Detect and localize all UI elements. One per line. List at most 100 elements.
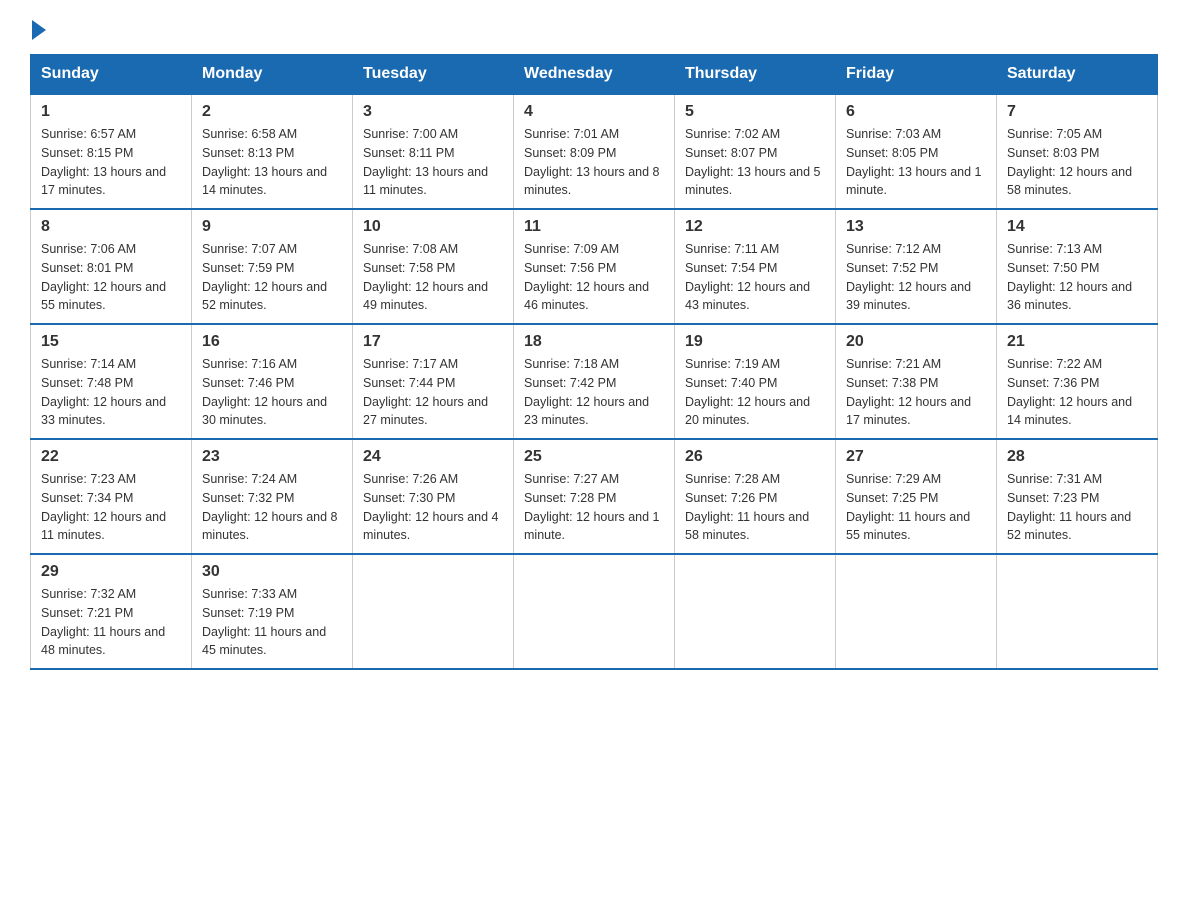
day-header-wednesday: Wednesday: [514, 55, 675, 95]
day-number: 26: [685, 448, 825, 466]
day-number: 5: [685, 103, 825, 121]
calendar-cell-6: 6 Sunrise: 7:03 AMSunset: 8:05 PMDaylight…: [836, 94, 997, 209]
day-info: Sunrise: 7:00 AMSunset: 8:11 PMDaylight:…: [363, 125, 503, 200]
calendar-cell-7: 7Sunrise: 7:05 AMSunset: 8:03 PMDaylight…: [997, 94, 1158, 209]
day-number: 1: [41, 103, 181, 121]
calendar-cell-21: 21 Sunrise: 7:22 AMSunset: 7:36 PMDayligh…: [997, 324, 1158, 439]
day-number: 20: [846, 333, 986, 351]
calendar-cell-empty: [675, 554, 836, 669]
day-info: Sunrise: 7:32 AMSunset: 7:21 PMDaylight:…: [41, 585, 181, 660]
day-number: 8: [41, 218, 181, 236]
calendar-cell-25: 25 Sunrise: 7:27 AMSunset: 7:28 PMDayligh…: [514, 439, 675, 554]
week-row-5: 29 Sunrise: 7:32 AMSunset: 7:21 PMDayligh…: [31, 554, 1158, 669]
day-header-monday: Monday: [192, 55, 353, 95]
week-row-3: 15 Sunrise: 7:14 AMSunset: 7:48 PMDayligh…: [31, 324, 1158, 439]
calendar-cell-empty: [353, 554, 514, 669]
calendar-cell-3: 3 Sunrise: 7:00 AMSunset: 8:11 PMDaylight…: [353, 94, 514, 209]
day-info: Sunrise: 7:12 AMSunset: 7:52 PMDaylight:…: [846, 240, 986, 315]
day-info: Sunrise: 7:21 AMSunset: 7:38 PMDaylight:…: [846, 355, 986, 430]
day-number: 7: [1007, 103, 1147, 121]
day-info: Sunrise: 7:26 AMSunset: 7:30 PMDaylight:…: [363, 470, 503, 545]
day-number: 22: [41, 448, 181, 466]
calendar-cell-8: 8 Sunrise: 7:06 AMSunset: 8:01 PMDaylight…: [31, 209, 192, 324]
day-info: Sunrise: 7:22 AMSunset: 7:36 PMDaylight:…: [1007, 355, 1147, 430]
calendar-cell-empty: [997, 554, 1158, 669]
calendar-cell-19: 19 Sunrise: 7:19 AMSunset: 7:40 PMDayligh…: [675, 324, 836, 439]
calendar-cell-empty: [514, 554, 675, 669]
day-number: 25: [524, 448, 664, 466]
calendar-table: SundayMondayTuesdayWednesdayThursdayFrid…: [30, 54, 1158, 670]
day-info: Sunrise: 7:28 AMSunset: 7:26 PMDaylight:…: [685, 470, 825, 545]
day-info: Sunrise: 7:08 AMSunset: 7:58 PMDaylight:…: [363, 240, 503, 315]
day-number: 19: [685, 333, 825, 351]
day-number: 11: [524, 218, 664, 236]
calendar-cell-1: 1 Sunrise: 6:57 AMSunset: 8:15 PMDaylight…: [31, 94, 192, 209]
day-info: Sunrise: 7:06 AMSunset: 8:01 PMDaylight:…: [41, 240, 181, 315]
day-number: 23: [202, 448, 342, 466]
calendar-cell-2: 2Sunrise: 6:58 AMSunset: 8:13 PMDaylight…: [192, 94, 353, 209]
calendar-cell-17: 17Sunrise: 7:17 AMSunset: 7:44 PMDayligh…: [353, 324, 514, 439]
day-info: Sunrise: 7:13 AMSunset: 7:50 PMDaylight:…: [1007, 240, 1147, 315]
day-number: 24: [363, 448, 503, 466]
calendar-cell-18: 18 Sunrise: 7:18 AMSunset: 7:42 PMDayligh…: [514, 324, 675, 439]
day-header-thursday: Thursday: [675, 55, 836, 95]
calendar-cell-22: 22Sunrise: 7:23 AMSunset: 7:34 PMDayligh…: [31, 439, 192, 554]
day-info: Sunrise: 7:09 AMSunset: 7:56 PMDaylight:…: [524, 240, 664, 315]
calendar-cell-11: 11 Sunrise: 7:09 AMSunset: 7:56 PMDayligh…: [514, 209, 675, 324]
day-number: 18: [524, 333, 664, 351]
day-info: Sunrise: 7:03 AMSunset: 8:05 PMDaylight:…: [846, 125, 986, 200]
day-info: Sunrise: 7:24 AMSunset: 7:32 PMDaylight:…: [202, 470, 342, 545]
day-number: 17: [363, 333, 503, 351]
day-number: 14: [1007, 218, 1147, 236]
day-number: 6: [846, 103, 986, 121]
day-number: 15: [41, 333, 181, 351]
day-info: Sunrise: 7:19 AMSunset: 7:40 PMDaylight:…: [685, 355, 825, 430]
day-info: Sunrise: 7:27 AMSunset: 7:28 PMDaylight:…: [524, 470, 664, 545]
calendar-cell-20: 20 Sunrise: 7:21 AMSunset: 7:38 PMDayligh…: [836, 324, 997, 439]
calendar-cell-24: 24 Sunrise: 7:26 AMSunset: 7:30 PMDayligh…: [353, 439, 514, 554]
day-header-saturday: Saturday: [997, 55, 1158, 95]
day-number: 16: [202, 333, 342, 351]
day-info: Sunrise: 7:02 AMSunset: 8:07 PMDaylight:…: [685, 125, 825, 200]
day-number: 21: [1007, 333, 1147, 351]
week-row-2: 8 Sunrise: 7:06 AMSunset: 8:01 PMDaylight…: [31, 209, 1158, 324]
calendar-cell-28: 28Sunrise: 7:31 AMSunset: 7:23 PMDayligh…: [997, 439, 1158, 554]
calendar-cell-27: 27Sunrise: 7:29 AMSunset: 7:25 PMDayligh…: [836, 439, 997, 554]
calendar-cell-29: 29 Sunrise: 7:32 AMSunset: 7:21 PMDayligh…: [31, 554, 192, 669]
day-info: Sunrise: 7:07 AMSunset: 7:59 PMDaylight:…: [202, 240, 342, 315]
calendar-cell-13: 13 Sunrise: 7:12 AMSunset: 7:52 PMDayligh…: [836, 209, 997, 324]
calendar-cell-30: 30 Sunrise: 7:33 AMSunset: 7:19 PMDayligh…: [192, 554, 353, 669]
day-number: 30: [202, 563, 342, 581]
day-number: 29: [41, 563, 181, 581]
calendar-cell-4: 4Sunrise: 7:01 AMSunset: 8:09 PMDaylight…: [514, 94, 675, 209]
day-number: 4: [524, 103, 664, 121]
day-number: 10: [363, 218, 503, 236]
days-header-row: SundayMondayTuesdayWednesdayThursdayFrid…: [31, 55, 1158, 95]
calendar-cell-9: 9Sunrise: 7:07 AMSunset: 7:59 PMDaylight…: [192, 209, 353, 324]
day-info: Sunrise: 7:16 AMSunset: 7:46 PMDaylight:…: [202, 355, 342, 430]
calendar-cell-23: 23 Sunrise: 7:24 AMSunset: 7:32 PMDayligh…: [192, 439, 353, 554]
calendar-cell-16: 16 Sunrise: 7:16 AMSunset: 7:46 PMDayligh…: [192, 324, 353, 439]
day-info: Sunrise: 7:14 AMSunset: 7:48 PMDaylight:…: [41, 355, 181, 430]
day-number: 13: [846, 218, 986, 236]
calendar-cell-5: 5 Sunrise: 7:02 AMSunset: 8:07 PMDaylight…: [675, 94, 836, 209]
day-info: Sunrise: 7:29 AMSunset: 7:25 PMDaylight:…: [846, 470, 986, 545]
day-number: 28: [1007, 448, 1147, 466]
week-row-4: 22Sunrise: 7:23 AMSunset: 7:34 PMDayligh…: [31, 439, 1158, 554]
day-info: Sunrise: 7:33 AMSunset: 7:19 PMDaylight:…: [202, 585, 342, 660]
calendar-cell-15: 15 Sunrise: 7:14 AMSunset: 7:48 PMDayligh…: [31, 324, 192, 439]
week-row-1: 1 Sunrise: 6:57 AMSunset: 8:15 PMDaylight…: [31, 94, 1158, 209]
day-number: 12: [685, 218, 825, 236]
day-info: Sunrise: 6:57 AMSunset: 8:15 PMDaylight:…: [41, 125, 181, 200]
calendar-cell-26: 26 Sunrise: 7:28 AMSunset: 7:26 PMDayligh…: [675, 439, 836, 554]
day-number: 3: [363, 103, 503, 121]
day-header-tuesday: Tuesday: [353, 55, 514, 95]
calendar-cell-empty: [836, 554, 997, 669]
day-header-sunday: Sunday: [31, 55, 192, 95]
calendar-cell-10: 10 Sunrise: 7:08 AMSunset: 7:58 PMDayligh…: [353, 209, 514, 324]
calendar-cell-12: 12 Sunrise: 7:11 AMSunset: 7:54 PMDayligh…: [675, 209, 836, 324]
page-header: [30, 20, 1158, 34]
day-header-friday: Friday: [836, 55, 997, 95]
day-info: Sunrise: 7:18 AMSunset: 7:42 PMDaylight:…: [524, 355, 664, 430]
day-info: Sunrise: 7:11 AMSunset: 7:54 PMDaylight:…: [685, 240, 825, 315]
